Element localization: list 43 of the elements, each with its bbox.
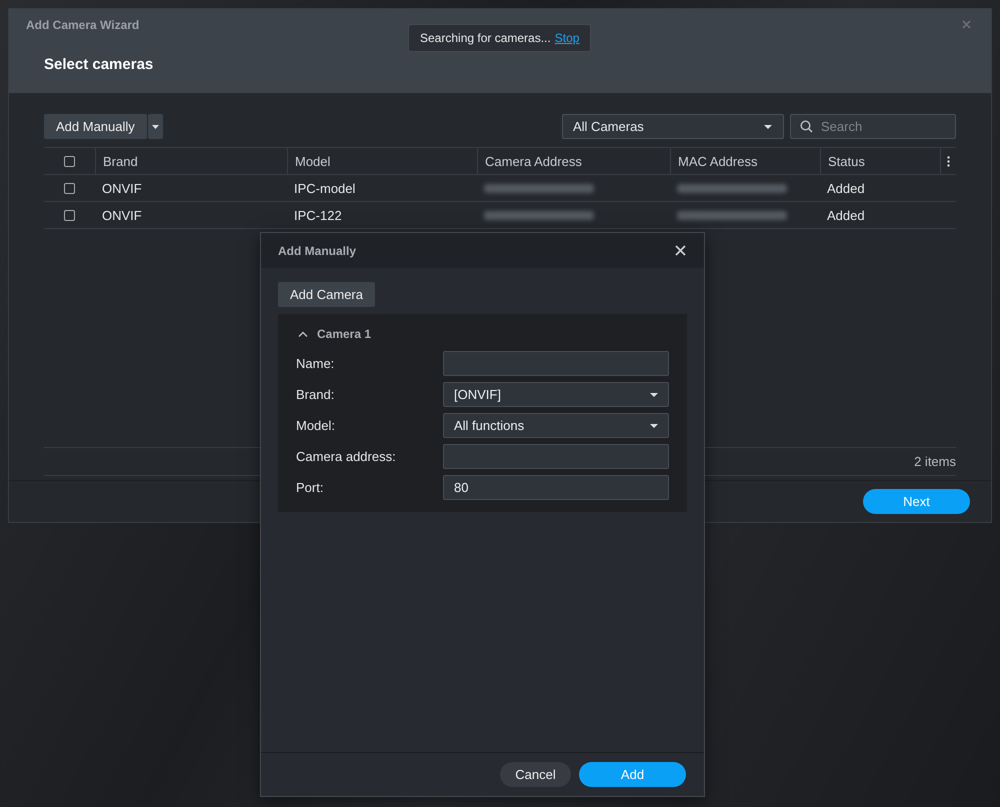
table-cell: ONVIF: [102, 208, 142, 222]
caret-icon: [764, 124, 772, 128]
add-camera-button[interactable]: Add Camera: [278, 282, 375, 307]
column-header[interactable]: Camera Address: [477, 148, 670, 174]
table-cell: IPC-122: [294, 208, 342, 222]
column-header[interactable]: Brand: [95, 148, 287, 174]
field-label: Brand:: [296, 387, 334, 402]
table-cell: Added: [827, 208, 865, 222]
search-field[interactable]: Search: [790, 114, 956, 139]
stop-link[interactable]: Stop: [554, 31, 580, 45]
toast-text: Searching for cameras...: [420, 31, 551, 45]
dropdown-field[interactable]: All functions: [443, 413, 669, 438]
window-title: Add Camera Wizard: [26, 18, 140, 32]
field-label: Model:: [296, 418, 336, 433]
dialog-title: Add Manually: [278, 244, 356, 258]
chevron-icon: [298, 331, 308, 337]
field-label: Camera address:: [296, 449, 396, 464]
camera-filter-dropdown[interactable]: All Cameras: [562, 114, 784, 139]
input-field[interactable]: 80: [443, 475, 669, 500]
column-header[interactable]: MAC Address: [670, 148, 820, 174]
item-count: 2 items: [914, 454, 956, 469]
caret-icon: [152, 124, 159, 128]
dropdown-field[interactable]: [ONVIF]: [443, 382, 669, 407]
input-field[interactable]: [443, 444, 669, 469]
column-header[interactable]: Model: [287, 148, 477, 174]
table-cell: IPC-model: [294, 180, 356, 196]
select-all-checkbox[interactable]: [64, 156, 75, 166]
section-toggle[interactable]: Camera 1: [296, 323, 372, 345]
column-header[interactable]: Status: [820, 148, 940, 174]
table-cell: Added: [827, 180, 865, 196]
more-icon[interactable]: [947, 156, 950, 166]
caret-icon: [650, 392, 658, 396]
cancel-button[interactable]: Cancel: [500, 762, 571, 787]
add-manually-button[interactable]: Add Manually: [44, 114, 147, 139]
field-label: Name:: [296, 356, 334, 371]
page-heading: Select cameras: [44, 56, 154, 73]
dropdown-button[interactable]: [148, 114, 163, 139]
input-field[interactable]: [443, 351, 669, 376]
caret-icon: [650, 424, 658, 428]
row-checkbox[interactable]: [64, 210, 75, 220]
field-label: Port:: [296, 480, 324, 495]
table-cell: ONVIF: [102, 180, 142, 196]
row-checkbox[interactable]: [64, 182, 75, 194]
